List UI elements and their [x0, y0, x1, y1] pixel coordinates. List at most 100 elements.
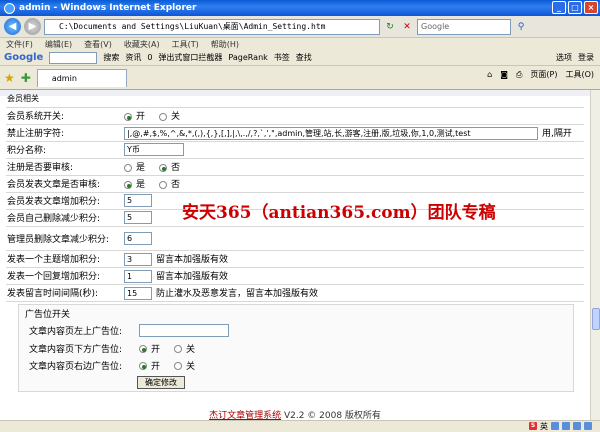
- ad-section-title: 广告位开关: [25, 310, 71, 320]
- radio-on[interactable]: [139, 361, 147, 370]
- scrollbar-thumb[interactable]: [592, 308, 600, 330]
- page-menu[interactable]: 页面(P): [530, 69, 557, 80]
- topic-points-input[interactable]: 3: [124, 252, 152, 266]
- row-label: 会员发表文章增加积分:: [6, 192, 124, 210]
- points-name-input[interactable]: Y币: [124, 143, 184, 156]
- menu-favorites[interactable]: 收藏夹(A): [124, 39, 160, 50]
- menu-tools[interactable]: 工具(T): [172, 39, 199, 50]
- form-row: 积分名称: Y币: [6, 141, 584, 159]
- feeds-icon[interactable]: ◙: [500, 70, 508, 79]
- ad-row-top: 文章内容页左上广告位:: [29, 324, 229, 337]
- radio-no[interactable]: [159, 180, 168, 189]
- address-row: ◀ ▶ C:\Documents and Settings\LiuKuan\桌面…: [0, 16, 600, 38]
- radio-yes[interactable]: [124, 163, 132, 172]
- row-label: 发表一个回复增加积分:: [6, 267, 124, 285]
- self-delete-points-input[interactable]: 5: [124, 211, 152, 224]
- bookmark-button[interactable]: 书签: [274, 52, 290, 63]
- favorites-star-icon[interactable]: ★: [4, 71, 15, 85]
- form-row: 发表一个主题增加积分: 3 留言本加强版有效: [6, 250, 584, 268]
- radio-yes[interactable]: [124, 180, 132, 189]
- form-row: 发表留言时间间隔(秒): 15 防止灌水及恶意发言，留言本加强版有效: [6, 284, 584, 302]
- menu-edit[interactable]: 编辑(E): [45, 39, 72, 50]
- ime-icon[interactable]: S: [529, 422, 537, 430]
- menu-view[interactable]: 查看(V): [84, 39, 112, 50]
- vertical-scrollbar[interactable]: [590, 90, 600, 422]
- form-row: 注册是否要审核: 是否: [6, 158, 584, 176]
- banned-chars-input[interactable]: |,@,#,$,%,^,&,*,(,),{,},[,],|,\,.,/,?,`,…: [124, 126, 538, 140]
- form-row: 发表一个回复增加积分: 1 留言本加强版有效: [6, 267, 584, 285]
- status-bar: S 英: [0, 420, 600, 432]
- submit-button[interactable]: 确定修改: [137, 376, 185, 389]
- google-search-button[interactable]: 搜索: [103, 52, 119, 63]
- stop-icon[interactable]: ✕: [400, 20, 414, 34]
- row-label: 会员自己删除减少积分:: [6, 209, 124, 227]
- search-icon[interactable]: ⚲: [514, 20, 528, 34]
- radio-off[interactable]: [174, 344, 183, 353]
- tray-icon: [551, 422, 559, 430]
- pagerank-button[interactable]: PageRank: [228, 53, 267, 62]
- form-row: 禁止注册字符: |,@,#,$,%,^,&,*,(,),{,},[,],|,\,…: [6, 124, 584, 142]
- row-label: 积分名称:: [6, 141, 124, 159]
- row-label: 注册是否要审核:: [6, 158, 124, 176]
- tools-menu[interactable]: 工具(O): [565, 69, 594, 80]
- settings-form: 会员相关 会员系统开关: 开关 禁止注册字符: |,@,#,$,%,^,&,*,…: [6, 90, 584, 302]
- maximize-button[interactable]: □: [568, 1, 582, 14]
- row-label: 发表留言时间间隔(秒):: [6, 284, 124, 302]
- google-news-button[interactable]: 资讯: [125, 52, 141, 63]
- popup-blocker-button[interactable]: 弹出式窗口拦截器: [158, 52, 222, 63]
- close-button[interactable]: ×: [584, 1, 598, 14]
- tray-icon: [573, 422, 581, 430]
- row-label: 发表一个主题增加积分:: [6, 250, 124, 268]
- row-label: 管理员删除文章减少积分:: [6, 226, 124, 251]
- google-toolbar: Google 搜索 资讯 0 弹出式窗口拦截器 PageRank 书签 查找 选…: [0, 50, 600, 66]
- options-button[interactable]: 选项: [556, 52, 572, 63]
- google-search-box[interactable]: [49, 51, 98, 64]
- form-row: 会员发表文章是否审核: 是否: [6, 175, 584, 193]
- row-label: 会员发表文章是否审核:: [6, 175, 124, 193]
- google-logo: Google: [4, 52, 44, 63]
- page-content: 会员相关 会员系统开关: 开关 禁止注册字符: |,@,#,$,%,^,&,*,…: [0, 90, 590, 422]
- search-input[interactable]: Google: [417, 18, 511, 35]
- interval-input[interactable]: 15: [124, 286, 152, 300]
- home-icon[interactable]: ⌂: [487, 70, 492, 79]
- add-favorites-icon[interactable]: ✚: [21, 71, 31, 85]
- admin-delete-points-input[interactable]: 6: [124, 231, 152, 245]
- google-number: 0: [147, 53, 153, 62]
- minimize-button[interactable]: _: [552, 1, 566, 14]
- row-label: 会员系统开关:: [6, 107, 124, 125]
- ad-row-right: 文章内容页右边广告位: 开 关: [29, 361, 196, 372]
- ad-settings-section: 广告位开关 文章内容页左上广告位: 文章内容页下方广告位: 开 关 文章内容页右…: [18, 304, 574, 392]
- radio-no[interactable]: [159, 163, 168, 172]
- watermark-text: 安天365（antian365.com）团队专稿: [182, 203, 496, 223]
- tab-bar: ★ ✚ admin ⌂ ◙ ⎙ 页面(P) 工具(O): [0, 66, 600, 90]
- check-button[interactable]: 查找: [296, 52, 312, 63]
- tray-icon: [584, 422, 592, 430]
- go-icon[interactable]: ↻: [383, 20, 397, 34]
- menu-bar: 文件(F) 编辑(E) 查看(V) 收藏夹(A) 工具(T) 帮助(H): [0, 38, 600, 50]
- menu-help[interactable]: 帮助(H): [211, 39, 239, 50]
- ad-top-input[interactable]: [139, 324, 229, 337]
- ie-logo-icon: [4, 2, 15, 14]
- print-icon[interactable]: ⎙: [516, 70, 522, 80]
- radio-on[interactable]: [124, 112, 132, 121]
- reply-points-input[interactable]: 1: [124, 269, 152, 283]
- radio-off[interactable]: [159, 112, 168, 121]
- row-label: 禁止注册字符:: [6, 124, 124, 142]
- radio-off[interactable]: [174, 361, 183, 370]
- form-row: 会员系统开关: 开关: [6, 107, 584, 125]
- radio-on[interactable]: [139, 344, 147, 353]
- menu-file[interactable]: 文件(F): [6, 39, 33, 50]
- tray-icon: [562, 422, 570, 430]
- ad-row-bottom: 文章内容页下方广告位: 开 关: [29, 344, 196, 355]
- login-button[interactable]: 登录: [578, 52, 594, 63]
- forward-button[interactable]: ▶: [24, 18, 41, 35]
- back-button[interactable]: ◀: [4, 18, 21, 35]
- section-heading: 会员相关: [6, 90, 124, 108]
- window-titlebar: admin - Windows Internet Explorer _ □ ×: [0, 0, 600, 16]
- address-bar[interactable]: C:\Documents and Settings\LiuKuan\桌面\Adm…: [44, 18, 380, 35]
- ime-lang: 英: [540, 422, 548, 431]
- window-title: admin - Windows Internet Explorer: [19, 3, 197, 13]
- post-points-input[interactable]: 5: [124, 194, 152, 207]
- form-row: 管理员删除文章减少积分: 6: [6, 226, 584, 251]
- tab-admin[interactable]: admin: [36, 68, 127, 87]
